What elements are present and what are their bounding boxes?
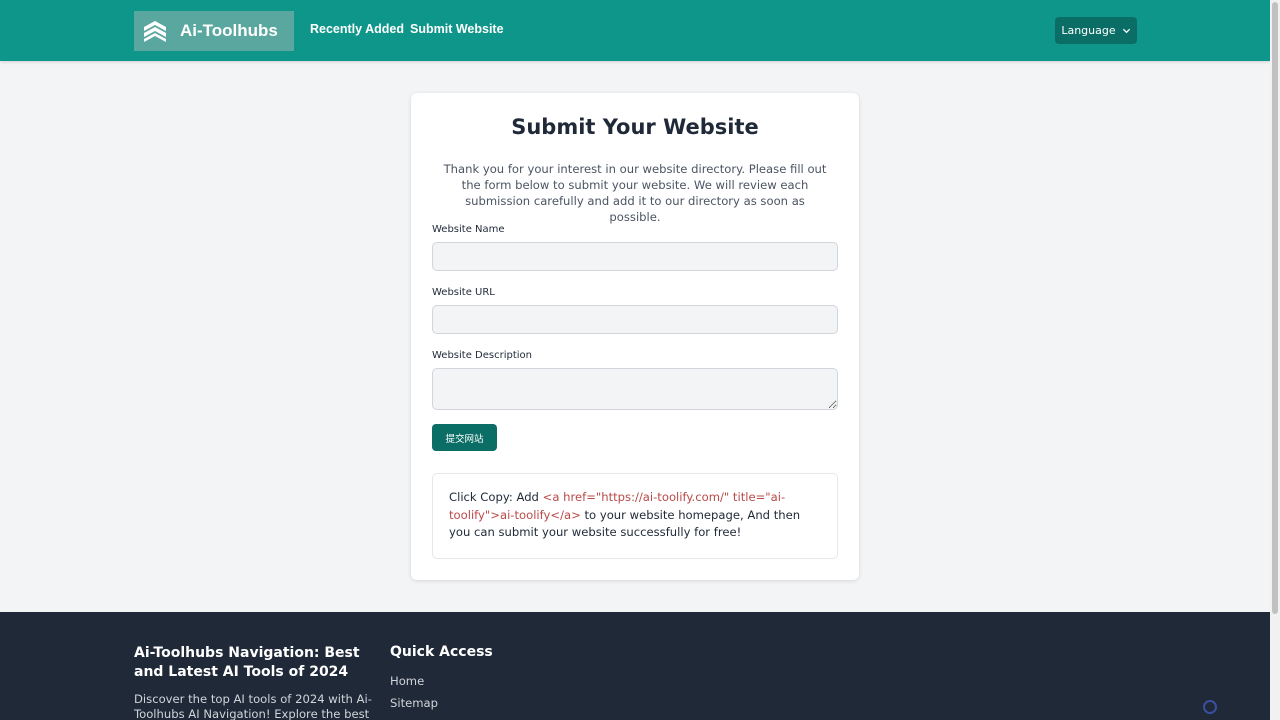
website-name-label: Website Name bbox=[432, 224, 505, 235]
language-label: Language bbox=[1061, 24, 1116, 37]
scrollbar-thumb[interactable] bbox=[1272, 2, 1278, 614]
footer-link-home[interactable]: Home bbox=[390, 674, 424, 688]
quick-access-title: Quick Access bbox=[390, 644, 493, 660]
submit-website-button[interactable]: 提交网站 bbox=[432, 424, 497, 451]
website-description-label: Website Description bbox=[432, 350, 532, 361]
brand-logo[interactable]: Ai-Toolhubs bbox=[134, 11, 294, 51]
site-header: Ai-Toolhubs Recently Added Submit Websit… bbox=[0, 0, 1270, 61]
submit-form-card: Submit Your Website Thank you for your i… bbox=[411, 93, 859, 580]
footer-link-sitemap[interactable]: Sitemap bbox=[390, 696, 438, 710]
website-url-label: Website URL bbox=[432, 287, 495, 298]
page-scrollbar[interactable] bbox=[1270, 0, 1280, 720]
nav-recently-added[interactable]: Recently Added bbox=[310, 22, 404, 36]
form-intro: Thank you for your interest in our websi… bbox=[443, 162, 827, 224]
website-name-input[interactable] bbox=[432, 242, 838, 271]
site-footer: Ai-Toolhubs Navigation: Best and Latest … bbox=[0, 612, 1270, 720]
website-url-input[interactable] bbox=[432, 305, 838, 334]
footer-title: Ai-Toolhubs Navigation: Best and Latest … bbox=[134, 645, 360, 680]
copy-backlink-notice: Click Copy: Add <a href="https://ai-tool… bbox=[432, 473, 838, 559]
stacked-chevrons-icon bbox=[144, 21, 166, 42]
brand-name: Ai-Toolhubs bbox=[180, 21, 278, 40]
footer-description: Discover the top AI tools of 2024 with A… bbox=[134, 692, 372, 720]
website-description-textarea[interactable] bbox=[432, 368, 838, 410]
chevron-down-icon bbox=[1122, 28, 1130, 34]
nav-submit-website[interactable]: Submit Website bbox=[410, 22, 504, 36]
page-title: Submit Your Website bbox=[511, 115, 759, 139]
language-dropdown[interactable]: Language bbox=[1055, 17, 1137, 44]
copy-notice-prefix: Click Copy: Add bbox=[449, 490, 543, 504]
circle-widget-icon[interactable] bbox=[1203, 700, 1217, 714]
